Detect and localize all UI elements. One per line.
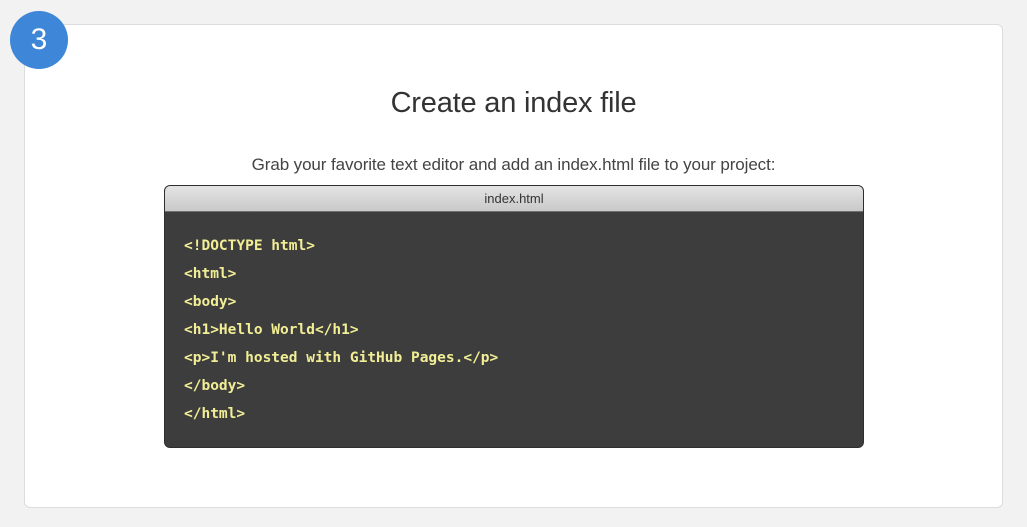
editor-filename-title: index.html	[165, 186, 863, 212]
step-description: Grab your favorite text editor and add a…	[251, 155, 776, 174]
code-editor-window: index.html <!DOCTYPE html> <html> <body>…	[164, 185, 864, 448]
step-title: Create an index file	[390, 87, 637, 119]
step-number-badge: 3	[10, 11, 68, 69]
code-line: </body>	[184, 378, 246, 394]
code-block: <!DOCTYPE html> <html> <body> <h1>Hello …	[165, 212, 863, 428]
code-line: </html>	[184, 406, 246, 422]
code-line: <html>	[184, 266, 237, 282]
code-line: <p>I'm hosted with GitHub Pages.</p>	[184, 350, 499, 366]
code-line: <!DOCTYPE html>	[184, 238, 315, 254]
code-line: <body>	[184, 294, 237, 310]
code-line: <h1>Hello World</h1>	[184, 322, 359, 338]
